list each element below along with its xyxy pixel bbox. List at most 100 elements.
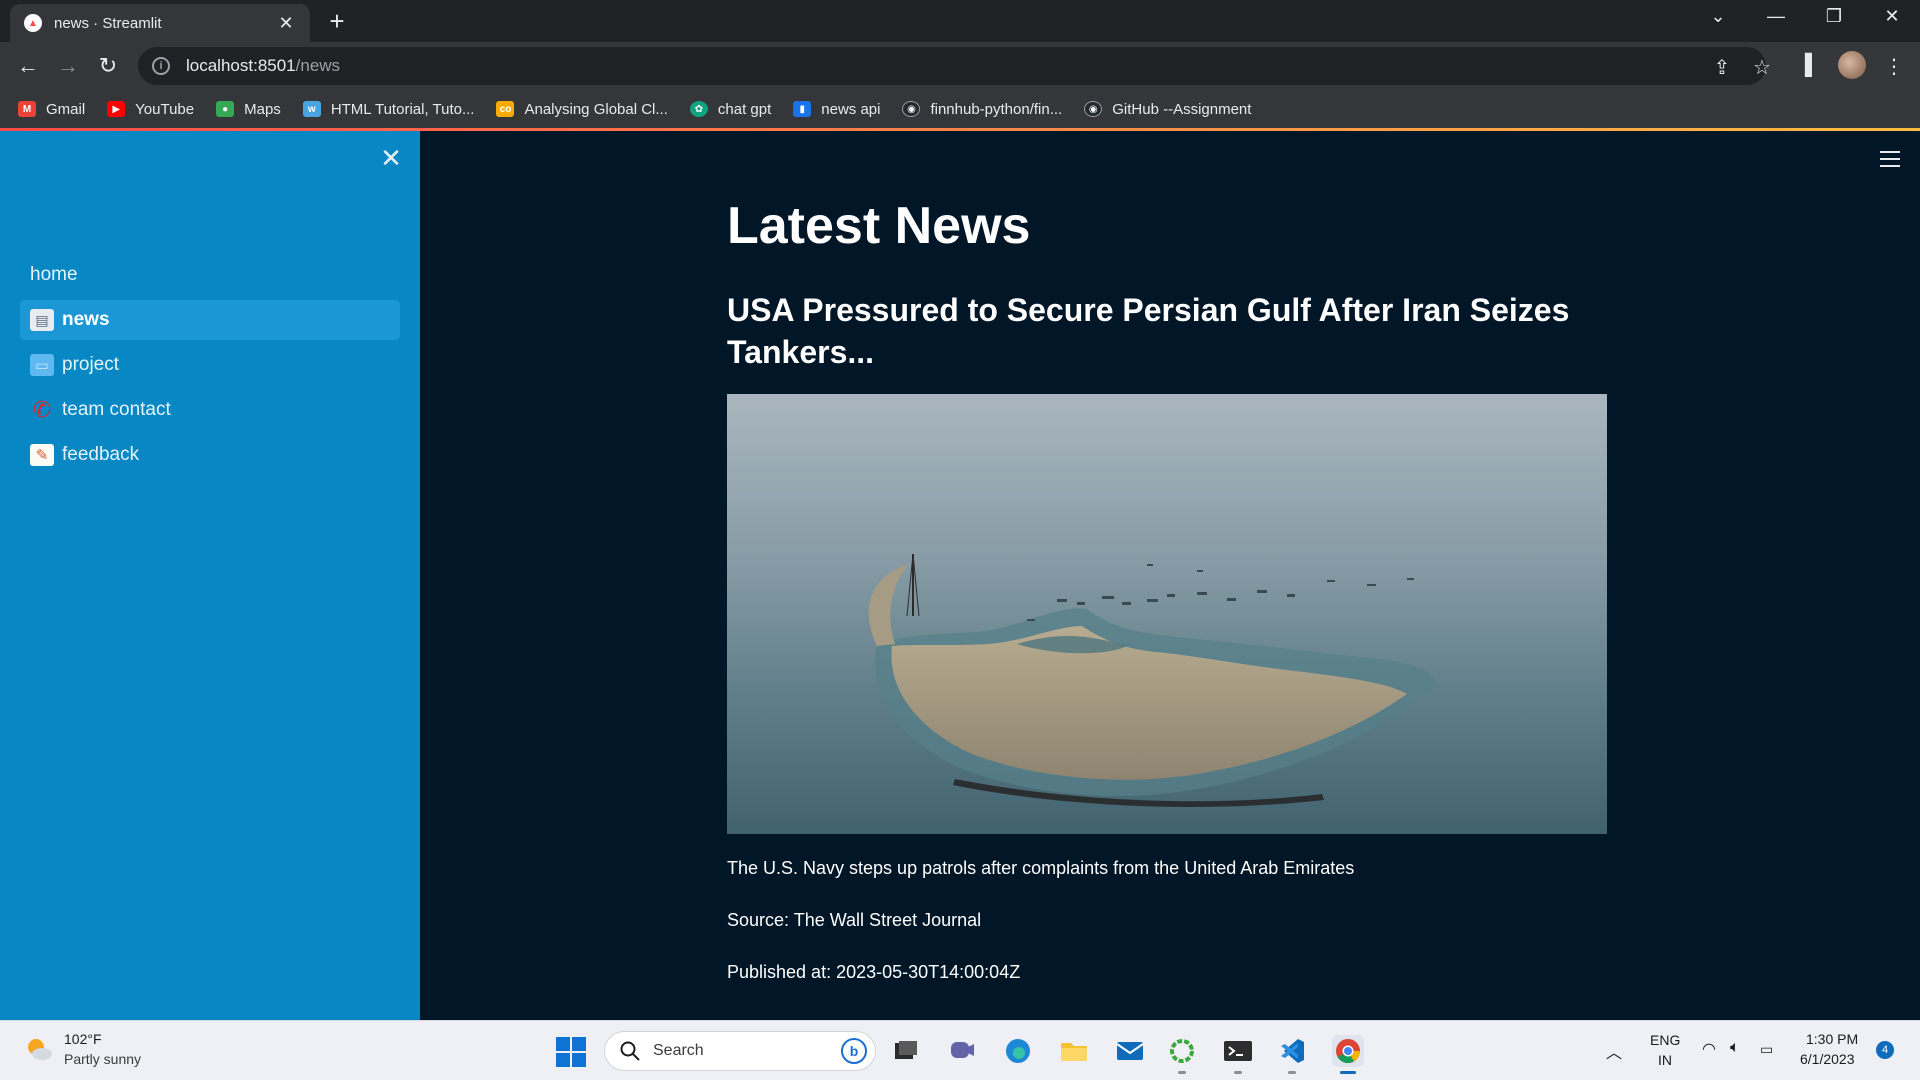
tab-close-icon[interactable]: ✕ [276,13,296,34]
bookmark-label: YouTube [135,100,195,118]
youtube-icon: ▶ [107,101,126,117]
sidebar-item-label: project [62,354,120,375]
notification-badge[interactable]: 4 [1876,1041,1894,1059]
sidebar-item-label: home [30,264,78,285]
weather-temperature[interactable]: 102°F [64,1031,102,1047]
new-tab-button[interactable]: + [324,8,350,34]
sidebar-close-icon[interactable]: ✕ [378,145,404,171]
bookmark-finnhub[interactable]: ◉ finnhub-python/fin... [902,101,1062,118]
streamlit-favicon-icon: ▲ [24,14,42,32]
tray-overflow-chevron-icon[interactable]: ︿ [1606,1039,1622,1063]
page-title: Latest News [727,197,1031,255]
running-indicator [1178,1071,1186,1074]
taskbar-search[interactable]: Search b [604,1031,876,1071]
bing-icon[interactable]: b [841,1038,867,1064]
sidebar-item-label: team contact [62,399,171,420]
back-button[interactable]: ← [14,52,42,80]
gmail-icon: M [18,101,36,117]
bookmark-label: chat gpt [717,100,772,118]
running-indicator [1234,1071,1242,1074]
running-indicator [1288,1071,1296,1074]
address-bar[interactable]: i localhost:8501/news ⇪ ☆ [138,47,1771,85]
battery-icon[interactable]: ▭ [1760,1041,1773,1058]
article-description: The U.S. Navy steps up patrols after com… [727,858,1355,878]
reload-button[interactable]: ↻ [94,52,122,80]
bookmark-star-icon[interactable]: ☆ [1748,55,1776,80]
terminal-icon[interactable] [1222,1035,1254,1067]
tab-title: news · Streamlit [54,14,162,32]
bookmark-label: news api [821,100,881,118]
browser-tab-strip: ▲ news · Streamlit ✕ + ⌄ — ❐ ✕ [0,0,1920,42]
bookmark-maps[interactable]: ● Maps [216,101,281,118]
wifi-icon[interactable]: ◠ [1702,1039,1716,1059]
share-icon[interactable]: ⇪ [1708,55,1736,80]
browser-menu-icon[interactable]: ⋮ [1880,54,1908,79]
article-title: USA Pressured to Secure Persian Gulf Aft… [727,292,1570,370]
tab-search-chevron-icon[interactable]: ⌄ [1702,6,1734,27]
edge-browser-icon[interactable] [1002,1035,1034,1067]
sidebar-item-news[interactable]: ▤ news [20,300,400,340]
sidebar-item-feedback[interactable]: ✎ feedback [20,435,400,475]
browser-tab-active[interactable]: ▲ news · Streamlit ✕ [10,4,310,42]
running-indicator-active [1340,1071,1356,1074]
browser-toolbar: ← → ↻ i localhost:8501/news ⇪ ☆ ▌ ⋮ [0,42,1920,90]
bookmark-label: Maps [244,100,281,118]
windows-taskbar: 102°F Partly sunny Search b ︿ ENG IN ◠ 🔈… [0,1020,1920,1080]
article-image [727,394,1607,834]
url-path: /news [295,56,341,75]
sidebar: ✕ home ▤ news ▭ project ✆ team contact ✎… [0,131,420,1020]
memo-icon: ✎ [30,444,54,466]
sidebar-item-home[interactable]: home [20,255,400,295]
bookmark-gmail[interactable]: M Gmail [18,101,85,118]
bookmark-analysing-global[interactable]: co Analysing Global Cl... [496,100,668,118]
task-view-icon[interactable] [890,1035,922,1067]
side-panel-icon[interactable]: ▌ [1798,54,1826,77]
close-window-button[interactable]: ✕ [1876,6,1908,27]
profile-avatar[interactable] [1838,51,1866,79]
file-explorer-icon[interactable] [1058,1035,1090,1067]
restore-button[interactable]: ❐ [1818,6,1850,27]
streamlit-app: ✕ home ▤ news ▭ project ✆ team contact ✎… [0,131,1920,1020]
bookmark-label: finnhub-python/fin... [930,100,1063,118]
telephone-icon: ✆ [32,397,52,422]
bookmark-html-tutorial[interactable]: w HTML Tutorial, Tuto... [302,101,474,118]
bookmarks-bar: M Gmail ▶ YouTube ● Maps w HTML Tutorial… [0,90,1920,128]
windows-start-button[interactable] [556,1037,586,1067]
language-region[interactable]: IN [1658,1052,1672,1068]
sidebar-nav: home ▤ news ▭ project ✆ team contact ✎ f… [20,255,400,480]
article-published-at: Published at: 2023-05-30T14:00:04Z [727,962,1021,982]
teams-chat-icon[interactable] [946,1035,978,1067]
site-info-icon[interactable]: i [152,57,170,75]
url-host: localhost:8501 [186,56,296,75]
app-menu-icon[interactable] [1880,151,1900,172]
newspaper-icon: ▤ [30,309,54,331]
computer-icon: ▭ [30,354,54,376]
newsapi-icon: ▮ [793,101,812,117]
bookmark-label: Analysing Global Cl... [524,100,668,118]
sidebar-item-team-contact[interactable]: ✆ team contact [20,390,400,430]
clock-time[interactable]: 1:30 PM [1806,1031,1858,1047]
article-source: Source: The Wall Street Journal [727,910,982,930]
mail-icon[interactable] [1114,1035,1146,1067]
minimize-button[interactable]: — [1760,6,1792,27]
bookmark-label: Gmail [46,100,86,118]
jupyter-anaconda-icon[interactable] [1166,1035,1198,1067]
bookmark-chat-gpt[interactable]: ✿ chat gpt [689,100,772,118]
volume-icon[interactable]: 🔈︎ [1730,1039,1740,1057]
bookmark-youtube[interactable]: ▶ YouTube [107,101,194,118]
search-label: Search [653,1042,704,1059]
weather-description[interactable]: Partly sunny [64,1051,141,1067]
clock-date[interactable]: 6/1/2023 [1800,1051,1855,1067]
weather-partly-sunny-icon[interactable] [24,1035,54,1065]
language-code[interactable]: ENG [1650,1032,1680,1048]
bookmark-news-api[interactable]: ▮ news api [793,101,880,118]
maps-icon: ● [216,101,235,117]
chrome-icon[interactable] [1332,1035,1364,1067]
bookmark-label: GitHub --Assignment [1112,100,1252,118]
forward-button[interactable]: → [54,52,82,80]
bookmark-github-assignment[interactable]: ◉ GitHub --Assignment [1084,101,1251,118]
colab-icon: co [496,101,515,117]
sidebar-item-project[interactable]: ▭ project [20,345,400,385]
url-text[interactable]: localhost:8501/news [186,56,340,76]
vscode-icon[interactable] [1276,1035,1308,1067]
